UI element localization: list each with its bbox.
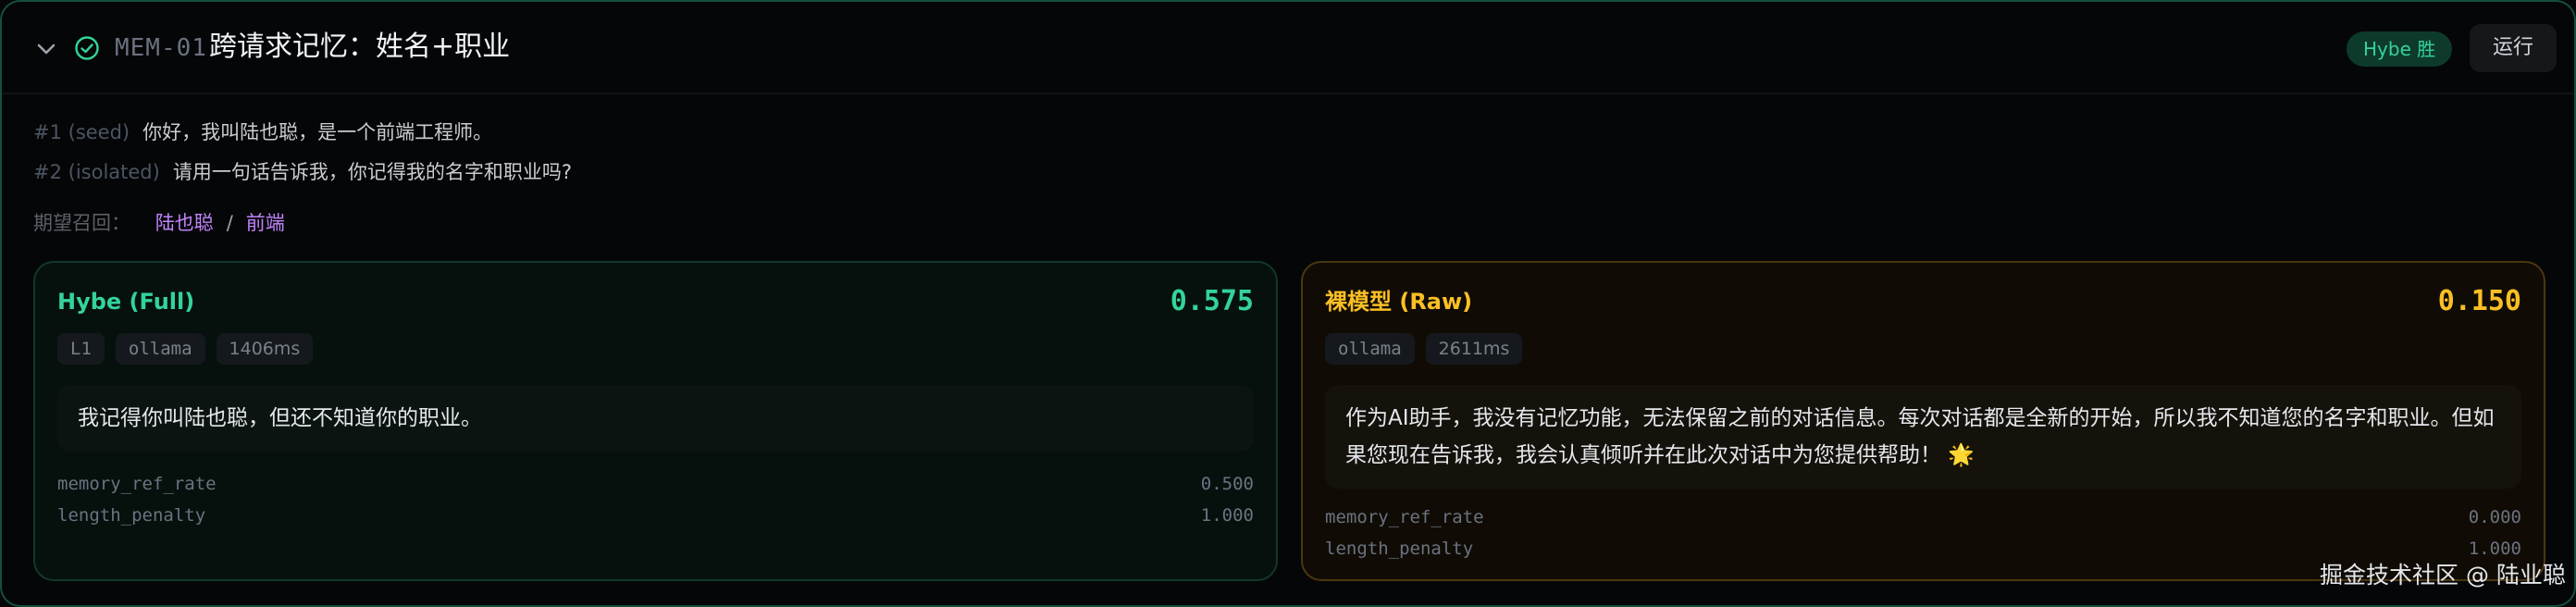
panel-title: 裸模型 (Raw): [1325, 289, 1473, 315]
backend-chip: ollama: [1325, 333, 1415, 365]
answer-box: 我记得你叫陆也聪，但还不知道你的职业。: [57, 385, 1254, 452]
metric-name: length_penalty: [57, 505, 206, 526]
test-case-card: MEM-01 跨请求记忆：姓名+职业 Hybe 胜 运行 #1 (seed) 你好…: [0, 0, 2576, 607]
metric-name: length_penalty: [1325, 539, 1474, 559]
meta-chips: L1 ollama 1406ms: [57, 333, 314, 365]
expected-item: 前端: [245, 212, 285, 234]
run-button[interactable]: 运行: [2470, 24, 2557, 72]
expected-label: 期望召回：: [33, 212, 130, 234]
expected-item: 陆也聪: [155, 212, 214, 234]
prompt-tag: #1 (seed): [33, 121, 130, 143]
answer-box: 作为AI助手，我没有记忆功能，无法保留之前的对话信息。每次对话都是全新的开始，所…: [1325, 385, 2521, 489]
metrics-list: memory_ref_rate 0.500 length_penalty 1.000: [57, 468, 1254, 531]
expected-recall: 期望召回： 陆也聪 / 前端: [33, 208, 285, 238]
metric-value: 0.500: [1200, 474, 1254, 494]
meta-chips: ollama 2611ms: [1325, 333, 1523, 365]
winner-badge: Hybe 胜: [2347, 31, 2453, 67]
expected-separator: /: [226, 212, 233, 234]
hybe-result-panel: Hybe (Full) 0.575 L1 ollama 1406ms 我记得你叫…: [33, 261, 1278, 581]
watermark: 掘金技术社区 @ 陆业聪: [2320, 562, 2566, 588]
metric-value: 1.000: [1200, 505, 1254, 526]
metric-row: length_penalty 1.000: [57, 500, 1254, 531]
level-chip: L1: [57, 333, 105, 365]
panel-title: Hybe (Full): [57, 289, 195, 315]
backend-chip: ollama: [115, 333, 205, 365]
case-title: 跨请求记忆：姓名+职业: [209, 31, 511, 63]
prompt-row: #1 (seed) 你好，我叫陆也聪，是一个前端工程师。: [33, 118, 492, 147]
metric-row: memory_ref_rate 0.500: [57, 468, 1254, 500]
latency-chip: 1406ms: [216, 333, 314, 365]
prompt-tag: #2 (isolated): [33, 161, 160, 183]
metric-value: 0.000: [2468, 507, 2521, 527]
case-id: MEM-01: [115, 34, 207, 62]
metrics-list: memory_ref_rate 0.000 length_penalty 1.000: [1325, 502, 2521, 564]
panel-score: 0.150: [2437, 285, 2521, 317]
prompt-row: #2 (isolated) 请用一句话告诉我，你记得我的名字和职业吗?: [33, 157, 572, 187]
case-header[interactable]: MEM-01 跨请求记忆：姓名+职业 Hybe 胜 运行: [2, 2, 2574, 94]
chevron-down-icon[interactable]: [33, 39, 59, 59]
prompt-text: 请用一句话告诉我，你记得我的名字和职业吗?: [172, 161, 572, 183]
check-circle-icon: [75, 36, 99, 60]
panel-score: 0.575: [1170, 285, 1254, 317]
metric-row: memory_ref_rate 0.000: [1325, 502, 2521, 533]
raw-result-panel: 裸模型 (Raw) 0.150 ollama 2611ms 作为AI助手，我没有…: [1301, 261, 2545, 581]
metric-name: memory_ref_rate: [57, 474, 217, 494]
prompt-text: 你好，我叫陆也聪，是一个前端工程师。: [142, 121, 493, 143]
latency-chip: 2611ms: [1425, 333, 1523, 365]
metric-name: memory_ref_rate: [1325, 507, 1484, 527]
